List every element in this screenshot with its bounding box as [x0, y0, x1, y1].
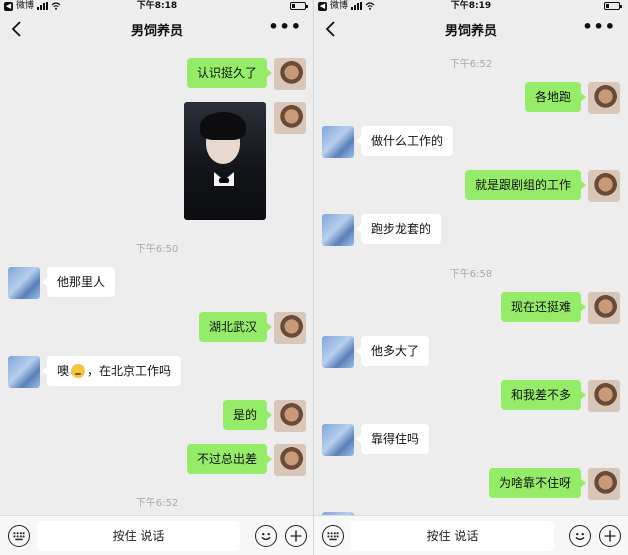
- battery-icon: [290, 2, 308, 10]
- received-message[interactable]: 做什么工作的: [355, 126, 454, 156]
- hold-to-talk-button[interactable]: 按住 说话: [351, 521, 554, 551]
- more-options-icon[interactable]: •••: [582, 17, 616, 36]
- status-bar: ◀ 微博 下午8:19: [314, 0, 628, 12]
- my-avatar[interactable]: [274, 58, 306, 90]
- my-avatar[interactable]: [588, 468, 620, 500]
- sent-message[interactable]: 为啥靠不住呀: [488, 468, 587, 498]
- chat-title: 男饲养员: [444, 24, 497, 39]
- received-message[interactable]: 他多大了: [355, 336, 430, 366]
- received-message[interactable]: 噢 ，在北京工作吗: [41, 356, 182, 386]
- my-avatar[interactable]: [588, 292, 620, 324]
- chat-header: 男饲养员 •••: [314, 13, 628, 45]
- my-avatar[interactable]: [588, 380, 620, 412]
- keyboard-icon[interactable]: [8, 525, 30, 547]
- hold-to-talk-button[interactable]: 按住 说话: [37, 521, 240, 551]
- contact-avatar[interactable]: [322, 214, 354, 246]
- chat-screen-left: ◀ 微博 下午8:18 男饲养员 ••• 认识挺久了 下午6:50 他那里人 湖: [0, 0, 314, 555]
- contact-avatar[interactable]: [8, 356, 40, 388]
- my-avatar[interactable]: [274, 312, 306, 344]
- my-avatar[interactable]: [274, 444, 306, 476]
- more-options-icon[interactable]: •••: [268, 17, 302, 36]
- pensive-face-emoji: [71, 364, 86, 378]
- input-bar: 按住 说话: [314, 515, 628, 555]
- received-message[interactable]: 靠得住吗: [355, 424, 430, 454]
- emoji-icon[interactable]: [569, 525, 591, 547]
- message-text: ，在北京工作吗: [87, 364, 172, 378]
- timestamp: 下午6:50: [135, 244, 179, 255]
- chat-title: 男饲养员: [130, 24, 183, 39]
- plus-icon[interactable]: [599, 525, 621, 547]
- message-text-prefix: 噢: [57, 364, 70, 378]
- sent-message[interactable]: 和我差不多: [500, 380, 587, 410]
- status-bar: ◀ 微博 下午8:18: [0, 0, 314, 12]
- sent-message[interactable]: 不过总出差: [186, 444, 273, 474]
- portrait-photo[interactable]: [184, 102, 266, 220]
- sent-message[interactable]: 认识挺久了: [186, 58, 273, 88]
- status-time: 下午8:19: [450, 1, 492, 11]
- timestamp: 下午6:52: [449, 59, 493, 70]
- message-list[interactable]: 下午6:52 各地跑 做什么工作的 就是跟剧组的工作 跑步龙套的 下午6:58 …: [314, 45, 628, 515]
- keyboard-icon[interactable]: [322, 525, 344, 547]
- plus-icon[interactable]: [285, 525, 307, 547]
- my-avatar[interactable]: [588, 170, 620, 202]
- received-message[interactable]: 他那里人: [41, 267, 116, 297]
- sent-message[interactable]: 是的: [222, 400, 273, 430]
- sent-message[interactable]: 就是跟剧组的工作: [464, 170, 587, 200]
- timestamp: 下午6:58: [449, 269, 493, 280]
- my-avatar[interactable]: [274, 400, 306, 432]
- message-list[interactable]: 认识挺久了 下午6:50 他那里人 湖北武汉 噢 ，在北京工作吗 是的 不过总出差: [0, 45, 314, 515]
- contact-avatar[interactable]: [322, 424, 354, 456]
- contact-avatar[interactable]: [322, 126, 354, 158]
- status-time: 下午8:18: [136, 1, 178, 11]
- my-avatar[interactable]: [588, 82, 620, 114]
- sent-message[interactable]: 各地跑: [524, 82, 587, 112]
- sent-message[interactable]: 现在还挺难: [500, 292, 587, 322]
- contact-avatar[interactable]: [8, 267, 40, 299]
- sent-message[interactable]: 湖北武汉: [198, 312, 273, 342]
- timestamp: 下午6:52: [135, 498, 179, 509]
- input-bar: 按住 说话: [0, 515, 314, 555]
- chat-header: 男饲养员 •••: [0, 13, 314, 45]
- contact-avatar[interactable]: [322, 336, 354, 368]
- emoji-icon[interactable]: [255, 525, 277, 547]
- battery-icon: [604, 2, 622, 10]
- my-avatar[interactable]: [274, 102, 306, 134]
- received-message[interactable]: 跑步龙套的: [355, 214, 442, 244]
- chat-screen-right: ◀ 微博 下午8:19 男饲养员 ••• 下午6:52 各地跑 做什么工作的 就…: [314, 0, 628, 555]
